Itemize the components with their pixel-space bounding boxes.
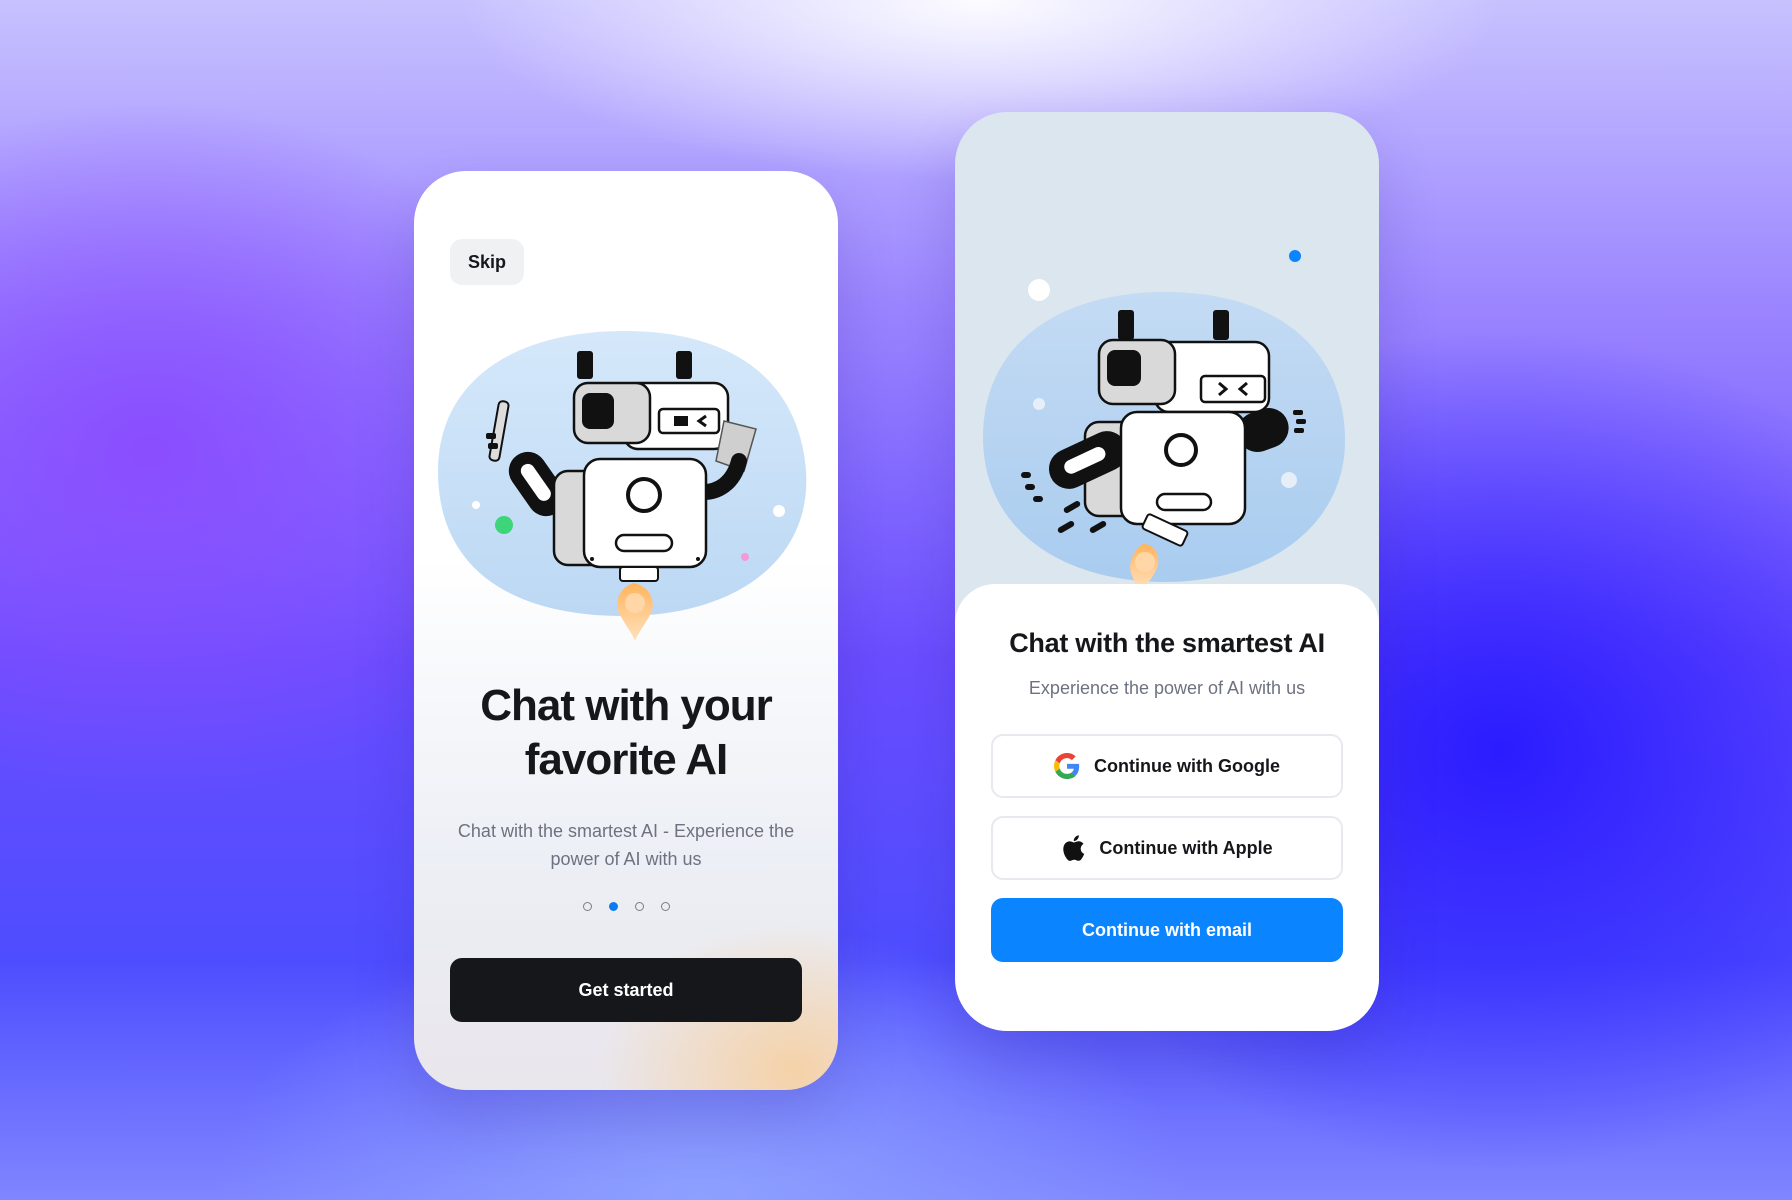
google-button-label: Continue with Google <box>1094 755 1280 776</box>
signin-subtitle: Experience the power of AI with us <box>1028 678 1306 698</box>
signin-screen: Chat with the smartest AI Experience the… <box>955 112 1379 1031</box>
signin-title: Chat with the smartest AI <box>1009 628 1325 658</box>
robot-illustration <box>438 331 807 641</box>
page-dot-active[interactable] <box>608 902 618 911</box>
page-dot[interactable] <box>582 902 592 911</box>
google-icon <box>1054 753 1080 779</box>
pagination-dots <box>414 902 838 911</box>
skip-button[interactable]: Skip <box>450 239 524 285</box>
page-dot[interactable] <box>634 902 644 911</box>
get-started-button[interactable]: Get started <box>450 958 802 1022</box>
continue-with-apple-button[interactable]: Continue with Apple <box>991 816 1343 880</box>
continue-with-email-button[interactable]: Continue with email <box>991 898 1343 962</box>
onboarding-title: Chat with your favorite AI <box>480 681 773 784</box>
apple-button-label: Continue with Apple <box>1099 837 1273 858</box>
page-dot[interactable] <box>660 902 670 911</box>
onboarding-subtitle: Chat with the smartest AI - Experience t… <box>457 821 795 869</box>
signin-sheet: Chat with the smartest AI Experience the… <box>955 584 1379 1031</box>
apple-icon <box>1063 835 1085 861</box>
robot-illustration <box>983 250 1346 592</box>
continue-with-google-button[interactable]: Continue with Google <box>991 734 1343 798</box>
onboarding-screen: Skip Chat with your favorite AI Chat wit… <box>414 171 838 1090</box>
